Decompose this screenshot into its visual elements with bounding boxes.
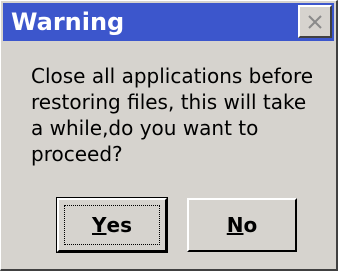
focus-rectangle — [64, 205, 160, 245]
yes-button[interactable]: Yes — [56, 197, 168, 253]
no-button[interactable]: No — [187, 198, 297, 252]
close-button[interactable] — [298, 5, 332, 38]
close-icon — [308, 14, 322, 29]
dialog-title: Warning — [11, 8, 125, 36]
title-bar[interactable]: Warning — [3, 3, 334, 41]
warning-dialog: Warning Close all applications before re… — [0, 0, 338, 271]
no-label: o — [243, 213, 258, 237]
dialog-message: Close all applications before restoring … — [31, 64, 314, 166]
no-mnemonic: N — [226, 213, 244, 237]
